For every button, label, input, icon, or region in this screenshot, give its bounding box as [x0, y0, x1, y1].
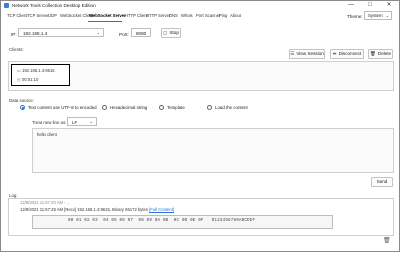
stop-button-label: Stop [169, 30, 179, 35]
port-value: 8080 [136, 31, 147, 36]
disconnect-button[interactable]: ⇹ Disconnect [330, 49, 364, 59]
title-bar: Network Tools Collection Desktop Edition… [1, 1, 399, 10]
radio-utf8-label: Text content use UTF-8 to encoded [28, 105, 97, 110]
radio-load-label: Load the content [215, 105, 248, 110]
data-source-label: Data source: [9, 98, 34, 103]
stop-icon: ▢ [163, 30, 168, 35]
chevron-down-icon: ⌄ [385, 13, 389, 18]
tab-port-scanner[interactable]: Port Scanner [196, 13, 220, 18]
log-line-1: 12/8/2021 11:57:20 AM - ... [20, 200, 71, 205]
theme-select[interactable]: System ⌄ [364, 11, 392, 20]
delete-label: Delete [377, 51, 392, 56]
app-icon [4, 3, 9, 8]
theme-value: System [368, 13, 383, 18]
view-session-label: View Session [296, 51, 324, 56]
tab-bar: TCP Client TCP Server UDP WebSocket Clie… [1, 12, 399, 22]
ip-value: 192.168.1.4 [23, 31, 48, 36]
delete-button[interactable]: 🗑 Delete [368, 49, 393, 59]
send-button[interactable]: Send [371, 177, 393, 187]
tab-http-server[interactable]: HTTP Server [146, 13, 170, 18]
app-window: Network Tools Collection Desktop Edition… [0, 0, 400, 252]
full-content-link[interactable]: [Full Content] [149, 207, 174, 212]
clear-log-trash-icon[interactable]: 🗑 [383, 237, 391, 244]
radio-indicator [20, 105, 25, 111]
view-session-button[interactable]: ☰ View Session [289, 49, 325, 59]
theme-label: Theme: [347, 14, 363, 19]
stop-button[interactable]: ▢ Stop [161, 28, 181, 38]
radio-indicator [207, 105, 212, 111]
tab-ping[interactable]: Ping [219, 13, 227, 18]
client-address: 192.168.1.4:9615 [22, 68, 55, 73]
client-time: 00:01:10 [22, 77, 39, 82]
list-icon: ☰ [290, 51, 295, 56]
tab-whois[interactable]: Whois [181, 13, 193, 18]
newline-value: LF [72, 120, 78, 125]
radio-template[interactable]: Template [159, 105, 185, 111]
port-input[interactable]: 8080 [131, 28, 151, 37]
clients-label: Clients: [9, 47, 24, 52]
tab-about[interactable]: About [230, 13, 241, 18]
radio-indicator [159, 105, 164, 111]
trash-icon: 🗑 [369, 51, 376, 56]
radio-template-label: Template [167, 105, 185, 110]
radio-utf8[interactable]: Text content use UTF-8 to encoded [20, 105, 97, 111]
log-line-2: 12/8/2021 11:57:29 AM [Recv] 192.168.1.4… [20, 207, 174, 212]
newline-select[interactable]: LF ⌄ [67, 117, 97, 126]
message-text: hello client [37, 132, 57, 137]
minimize-button[interactable]: — [344, 1, 358, 10]
hex-preview: 00 01 02 03 04 05 06 07 08 09 0A 0B 0C 0… [32, 215, 333, 229]
tab-tcp-server[interactable]: TCP Server [27, 13, 49, 18]
tab-tcp-client[interactable]: TCP Client [7, 13, 27, 18]
ip-label: IP: [11, 32, 17, 37]
window-title: Network Tools Collection Desktop Edition [12, 3, 96, 8]
hex-preview-text: 00 01 02 03 04 05 06 07 08 09 0A 0B 0C 0… [68, 219, 256, 223]
tab-websocket-server[interactable]: WebSocket Server [89, 13, 126, 18]
client-time-row: ◷00:01:10 [17, 77, 38, 82]
radio-indicator [102, 105, 107, 111]
log-entry-text: 12/8/2021 11:57:29 AM [Recv] 192.168.1.4… [20, 207, 148, 212]
message-textarea[interactable]: hello client [32, 128, 394, 173]
active-tab-indicator [88, 21, 122, 22]
ip-select[interactable]: 192.168.1.4 ⌄ [18, 28, 104, 37]
chevron-down-icon: ⌄ [96, 30, 100, 35]
chevron-down-icon: ⌄ [89, 119, 93, 124]
port-label: Port: [119, 32, 129, 37]
disconnect-label: Disconnect [338, 51, 362, 56]
client-address-row: ▭192.168.1.4:9615 [17, 68, 55, 73]
maximize-button[interactable]: □ [363, 1, 377, 10]
radio-load-content[interactable]: Load the content [207, 105, 248, 111]
radio-hex[interactable]: Hexadecimal string [102, 105, 148, 111]
tab-udp[interactable]: UDP [48, 13, 57, 18]
client-item[interactable]: ▭192.168.1.4:9615 ◷00:01:10 [11, 64, 70, 86]
close-button[interactable]: ✕ [382, 1, 396, 10]
disconnect-icon: ⇹ [332, 51, 337, 56]
tab-http-client[interactable]: HTTP Client [125, 13, 148, 18]
tab-dns[interactable]: DNS [169, 13, 178, 18]
treat-newline-label: Treat new line as: [32, 120, 67, 125]
radio-hex-label: Hexadecimal string [110, 105, 148, 110]
